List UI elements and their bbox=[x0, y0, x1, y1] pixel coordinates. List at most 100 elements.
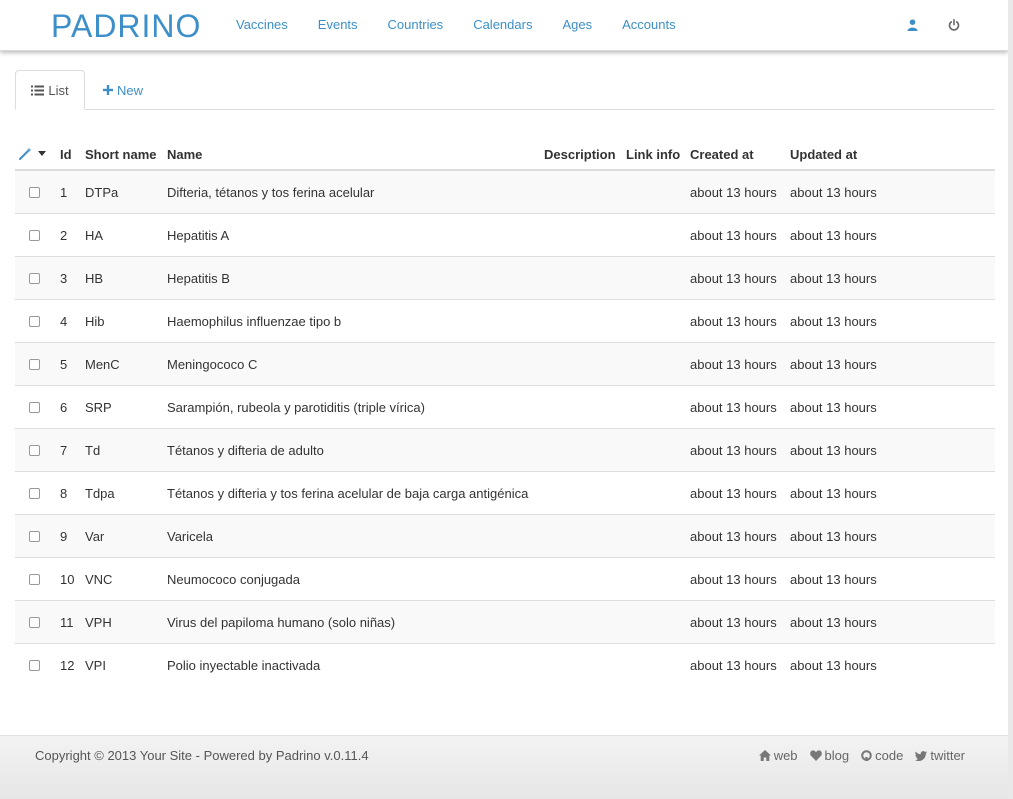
column-header-name[interactable]: Name bbox=[167, 140, 544, 171]
cell-updated-at: about 13 hours bbox=[790, 643, 995, 686]
home-icon bbox=[758, 750, 774, 761]
row-checkbox[interactable] bbox=[29, 272, 40, 284]
footer-link-web-label: web bbox=[773, 748, 798, 763]
table-row[interactable]: 4 Hib Haemophilus influenzae tipo b abou… bbox=[15, 299, 995, 343]
cell-description bbox=[544, 471, 626, 515]
nav-accounts[interactable]: Accounts bbox=[622, 17, 675, 32]
bulk-actions-dropdown[interactable] bbox=[15, 140, 60, 171]
cell-short-name: Var bbox=[85, 514, 167, 558]
nav-ages[interactable]: Ages bbox=[562, 17, 592, 32]
row-checkbox[interactable] bbox=[29, 401, 40, 413]
cell-updated-at: about 13 hours bbox=[790, 471, 995, 515]
cell-updated-at: about 13 hours bbox=[790, 428, 995, 472]
cell-name: Tétanos y difteria de adulto bbox=[167, 428, 544, 472]
cell-name: Varicela bbox=[167, 514, 544, 558]
table-row[interactable]: 9 Var Varicela about 13 hours about 13 h… bbox=[15, 514, 995, 558]
footer-link-blog[interactable]: blog bbox=[809, 748, 849, 763]
table-row[interactable]: 2 HA Hepatitis A about 13 hours about 13… bbox=[15, 213, 995, 257]
table-row[interactable]: 5 MenC Meningococo C about 13 hours abou… bbox=[15, 342, 995, 386]
tab-list[interactable]: List bbox=[15, 70, 85, 110]
table-row[interactable]: 6 SRP Sarampión, rubeola y parotiditis (… bbox=[15, 385, 995, 429]
row-checkbox[interactable] bbox=[29, 530, 40, 542]
cell-updated-at: about 13 hours bbox=[790, 213, 995, 257]
cell-id: 5 bbox=[60, 342, 85, 386]
row-checkbox[interactable] bbox=[29, 315, 40, 327]
column-header-link-info[interactable]: Link info bbox=[626, 140, 690, 171]
table-row[interactable]: 1 DTPa Difteria, tétanos y tos ferina ac… bbox=[15, 169, 995, 214]
user-icon[interactable] bbox=[904, 17, 920, 33]
cell-updated-at: about 13 hours bbox=[790, 342, 995, 386]
cell-link-info bbox=[626, 471, 690, 515]
vaccines-table: Id Short name Name Description Link info… bbox=[15, 140, 995, 686]
cell-id: 3 bbox=[60, 256, 85, 300]
cell-link-info bbox=[626, 557, 690, 601]
column-header-created-at[interactable]: Created at bbox=[690, 140, 790, 171]
column-header-short-name[interactable]: Short name bbox=[85, 140, 167, 171]
cell-id: 4 bbox=[60, 299, 85, 343]
tab-list-label: List bbox=[48, 82, 69, 98]
cell-description bbox=[544, 428, 626, 472]
cell-updated-at: about 13 hours bbox=[790, 169, 995, 214]
table-row[interactable]: 10 VNC Neumococo conjugada about 13 hour… bbox=[15, 557, 995, 601]
nav-calendars[interactable]: Calendars bbox=[473, 17, 532, 32]
cell-name: Neumococo conjugada bbox=[167, 557, 544, 601]
row-checkbox[interactable] bbox=[29, 659, 40, 671]
table-row[interactable]: 7 Td Tétanos y difteria de adulto about … bbox=[15, 428, 995, 472]
row-checkbox[interactable] bbox=[29, 487, 40, 499]
cell-name: Virus del papiloma humano (solo niñas) bbox=[167, 600, 544, 644]
cell-created-at: about 13 hours bbox=[690, 169, 790, 214]
cell-id: 10 bbox=[60, 557, 85, 601]
footer-link-twitter[interactable]: twitter bbox=[915, 748, 965, 763]
column-header-description[interactable]: Description bbox=[544, 140, 626, 171]
cell-created-at: about 13 hours bbox=[690, 213, 790, 257]
column-header-updated-at[interactable]: Updated at bbox=[790, 140, 995, 171]
cell-updated-at: about 13 hours bbox=[790, 600, 995, 644]
row-checkbox[interactable] bbox=[29, 573, 40, 585]
cell-description bbox=[544, 256, 626, 300]
row-checkbox[interactable] bbox=[29, 186, 40, 198]
cell-updated-at: about 13 hours bbox=[790, 299, 995, 343]
cell-short-name: HA bbox=[85, 213, 167, 257]
cell-created-at: about 13 hours bbox=[690, 256, 790, 300]
cell-short-name: Hib bbox=[85, 299, 167, 343]
power-icon[interactable] bbox=[946, 17, 962, 33]
row-checkbox[interactable] bbox=[29, 444, 40, 456]
nav-events[interactable]: Events bbox=[318, 17, 358, 32]
cell-id: 7 bbox=[60, 428, 85, 472]
cell-created-at: about 13 hours bbox=[690, 342, 790, 386]
copyright-text: Copyright © 2013 Your Site - Powered by … bbox=[35, 748, 369, 763]
cell-description bbox=[544, 385, 626, 429]
cell-description bbox=[544, 600, 626, 644]
list-icon bbox=[31, 85, 45, 96]
cell-id: 11 bbox=[60, 600, 85, 644]
cell-name: Difteria, tétanos y tos ferina acelular bbox=[167, 169, 544, 214]
row-checkbox[interactable] bbox=[29, 229, 40, 241]
brand-logo[interactable]: PADRINO bbox=[51, 6, 201, 46]
cell-link-info bbox=[626, 299, 690, 343]
table-row[interactable]: 8 Tdpa Tétanos y difteria y tos ferina a… bbox=[15, 471, 995, 515]
cell-id: 12 bbox=[60, 643, 85, 686]
cell-id: 8 bbox=[60, 471, 85, 515]
nav-vaccines[interactable]: Vaccines bbox=[236, 17, 288, 32]
cell-short-name: Tdpa bbox=[85, 471, 167, 515]
main-nav: Vaccines Events Countries Calendars Ages… bbox=[236, 17, 706, 32]
table-row[interactable]: 12 VPI Polio inyectable inactivada about… bbox=[15, 643, 995, 686]
footer-link-web[interactable]: web bbox=[758, 748, 798, 763]
row-checkbox[interactable] bbox=[29, 358, 40, 370]
table-row[interactable]: 3 HB Hepatitis B about 13 hours about 13… bbox=[15, 256, 995, 300]
heart-icon bbox=[809, 750, 825, 761]
cell-link-info bbox=[626, 213, 690, 257]
footer-link-code[interactable]: code bbox=[861, 748, 903, 763]
cell-id: 2 bbox=[60, 213, 85, 257]
nav-countries[interactable]: Countries bbox=[388, 17, 444, 32]
table-row[interactable]: 11 VPH Virus del papiloma humano (solo n… bbox=[15, 600, 995, 644]
column-header-id[interactable]: Id bbox=[60, 140, 85, 171]
cell-short-name: MenC bbox=[85, 342, 167, 386]
cell-link-info bbox=[626, 256, 690, 300]
tab-bar: List New bbox=[15, 70, 995, 110]
cell-description bbox=[544, 213, 626, 257]
row-checkbox[interactable] bbox=[29, 616, 40, 628]
cell-link-info bbox=[626, 385, 690, 429]
cell-id: 1 bbox=[60, 169, 85, 214]
tab-new[interactable]: New bbox=[103, 70, 143, 110]
